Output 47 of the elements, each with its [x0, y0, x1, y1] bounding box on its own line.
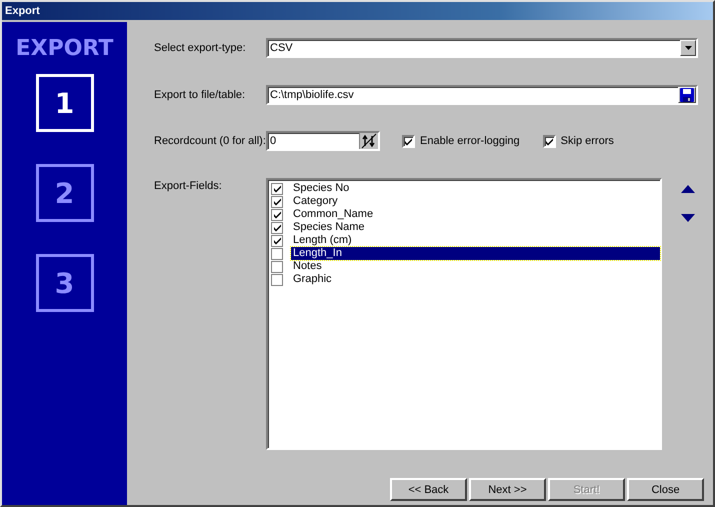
- field-label: Export-Fields:: [154, 180, 223, 192]
- wizard-button[interactable]: Close: [627, 478, 704, 501]
- list-item[interactable]: Graphic: [291, 273, 660, 286]
- checkbox-label: Enable error-logging: [420, 135, 520, 147]
- field-label: Recordcount (0 for all):: [154, 135, 266, 147]
- list-item[interactable]: Notes: [291, 260, 660, 273]
- field-label: Export to file/table:: [154, 89, 246, 101]
- down-triangle-icon: [681, 214, 695, 222]
- up-down-arrows-icon: [361, 133, 377, 149]
- file-path-field[interactable]: C:\tmp\biolife.csv: [266, 85, 698, 105]
- export-type-dropdown[interactable]: CSV: [266, 38, 698, 58]
- checkbox[interactable]: [271, 274, 283, 286]
- checkbox[interactable]: [271, 248, 283, 260]
- checkbox[interactable]: [402, 134, 415, 148]
- list-item[interactable]: Length_In: [291, 247, 660, 260]
- save-button[interactable]: [678, 87, 696, 103]
- checkbox-label: Skip errors: [560, 135, 614, 147]
- sidebar-heading: EXPORT: [16, 36, 114, 61]
- move-down-button[interactable]: [681, 214, 695, 222]
- checkbox[interactable]: [271, 182, 283, 194]
- dropdown-button[interactable]: [680, 40, 696, 56]
- check-icon: [404, 136, 413, 146]
- step-box[interactable]: 2: [36, 164, 94, 222]
- checkbox[interactable]: [271, 208, 283, 220]
- step-box[interactable]: 1: [36, 74, 94, 132]
- checkbox[interactable]: [542, 134, 556, 148]
- recordcount-field[interactable]: 0: [266, 131, 380, 151]
- spin-button[interactable]: [359, 133, 378, 149]
- up-triangle-icon: [681, 185, 695, 193]
- list-item[interactable]: Length (cm): [291, 234, 660, 247]
- export-fields-list[interactable]: Species No Category Common_Name Species Name Length (cm) Length_In Notes Graphic: [266, 178, 662, 450]
- list-item[interactable]: Species No: [291, 182, 660, 195]
- move-up-button[interactable]: [681, 185, 695, 193]
- wizard-button[interactable]: Next >>: [469, 478, 546, 501]
- window-title: Export: [5, 5, 40, 17]
- checkbox[interactable]: [271, 234, 283, 246]
- checkbox[interactable]: [271, 222, 283, 234]
- list-item[interactable]: Common_Name: [291, 208, 660, 221]
- checkbox[interactable]: [271, 260, 283, 272]
- list-item[interactable]: Species Name: [291, 221, 660, 234]
- list-item[interactable]: Category: [291, 195, 660, 208]
- caret-icon: [684, 46, 692, 50]
- checkbox[interactable]: [271, 196, 283, 208]
- check-icon: [544, 136, 554, 146]
- wizard-button[interactable]: << Back: [390, 478, 467, 501]
- field-label: Select export-type:: [154, 42, 247, 54]
- step-box[interactable]: 3: [36, 254, 94, 312]
